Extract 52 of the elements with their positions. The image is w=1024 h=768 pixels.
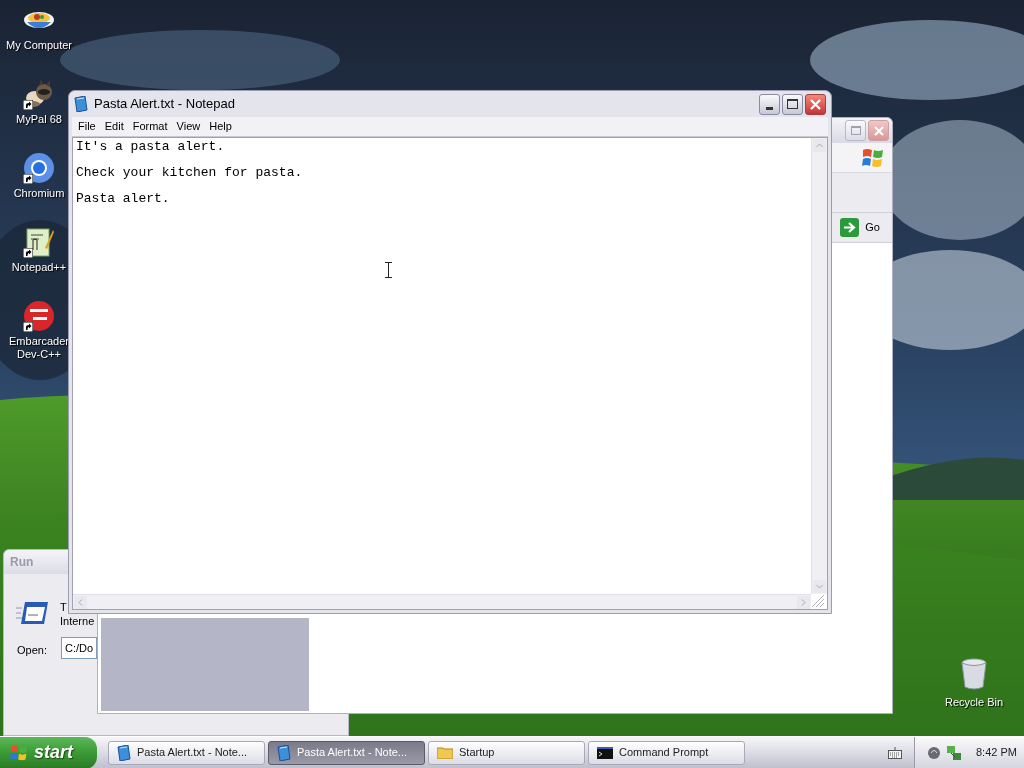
clock: 8:42 PM xyxy=(976,745,1017,761)
menu-item[interactable]: Format xyxy=(128,118,172,135)
desktop-icon-label[interactable]: Embarcader Dev-C++ xyxy=(9,335,69,361)
caret-down-icon xyxy=(816,584,823,589)
open-label: Open: xyxy=(17,643,47,658)
open-field[interactable]: C:/Do xyxy=(61,637,97,659)
windows-logo-icon xyxy=(10,743,28,762)
network-icon[interactable] xyxy=(946,744,962,761)
notepad-icon xyxy=(277,744,291,761)
taskbar-button[interactable]: Startup xyxy=(428,740,585,765)
window-title: Run xyxy=(10,554,34,571)
recycle-bin-icon[interactable] xyxy=(960,658,988,690)
go-button[interactable]: Go xyxy=(840,218,880,237)
caret-left-icon xyxy=(78,598,83,606)
run-description: Interne xyxy=(60,615,95,628)
menu-item[interactable]: Edit xyxy=(100,118,128,135)
text-cursor-icon xyxy=(385,262,392,278)
close-icon xyxy=(810,98,821,110)
windows-logo-icon xyxy=(862,146,884,169)
minimize-button[interactable] xyxy=(759,93,780,115)
text-line: It's a pasta alert. xyxy=(76,139,226,155)
taskbar-button[interactable]: Pasta Alert.txt - Note... xyxy=(108,740,265,765)
desktop-icon-label[interactable]: MyPal 68 xyxy=(16,113,62,126)
menu-item[interactable]: File xyxy=(74,118,100,135)
notepad-icon xyxy=(117,744,131,761)
menu-item[interactable]: View xyxy=(172,118,205,135)
close-button[interactable] xyxy=(805,93,826,115)
desktop-icon[interactable] xyxy=(23,300,55,332)
text-line: Pasta alert. xyxy=(76,191,171,207)
desktop-icon[interactable] xyxy=(23,226,55,258)
desktop-icon-label[interactable]: Recycle Bin xyxy=(944,694,1004,711)
text-line: Check your kitchen for pasta. xyxy=(76,165,304,181)
notepad-icon xyxy=(74,96,88,112)
desktop-icon-label[interactable]: Chromium xyxy=(13,187,65,200)
caret-right-icon xyxy=(801,598,806,606)
run-program-icon xyxy=(16,600,50,626)
maximize-button[interactable] xyxy=(782,93,803,115)
caret-up-icon xyxy=(816,143,823,148)
taskbar-button[interactable]: Command Prompt xyxy=(588,740,745,765)
keyboard-icon[interactable] xyxy=(888,746,902,759)
desktop-icon-label[interactable]: My Computer xyxy=(6,39,72,52)
run-description: T xyxy=(60,601,67,614)
console-icon xyxy=(597,746,613,759)
close-icon xyxy=(873,125,884,136)
desktop-icon-label[interactable]: Notepad++ xyxy=(11,261,67,274)
desktop-icon[interactable] xyxy=(23,152,55,184)
menu-item[interactable]: Help xyxy=(205,118,236,135)
resize-grip-icon[interactable] xyxy=(811,594,826,609)
start-button[interactable]: start xyxy=(0,736,97,768)
window-title: Pasta Alert.txt - Notepad xyxy=(94,95,235,114)
folder-icon xyxy=(437,746,453,759)
desktop-icon[interactable] xyxy=(23,78,55,110)
